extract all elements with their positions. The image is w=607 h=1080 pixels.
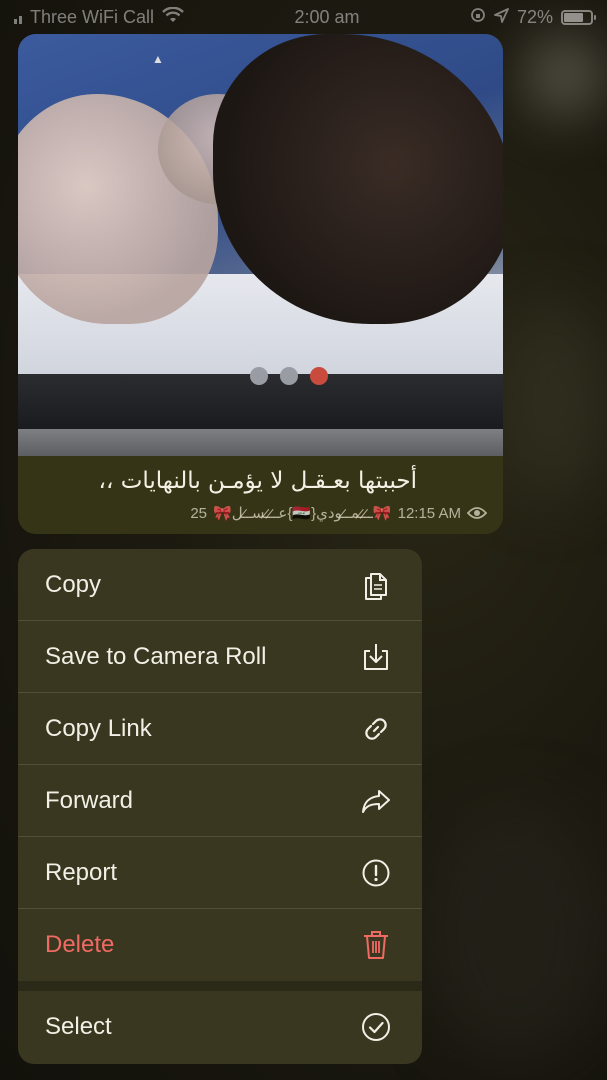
menu-item-label: Save to Camera Roll: [45, 642, 267, 670]
photo-desk: [18, 429, 503, 456]
menu-item-forward[interactable]: Forward: [18, 765, 422, 837]
report-icon: [360, 857, 392, 889]
background-blur: [530, 40, 600, 110]
menu-item-copy-link[interactable]: Copy Link: [18, 693, 422, 765]
menu-item-save-to-camera-roll[interactable]: Save to Camera Roll: [18, 621, 422, 693]
caption-text: أحببتها بعـقـل لا يؤمـن بالنهايات ،،: [98, 468, 417, 494]
photo-call-button: [280, 367, 298, 385]
menu-item-copy[interactable]: Copy: [18, 549, 422, 621]
select-check-icon: [360, 1011, 392, 1043]
signal-icon: [14, 10, 22, 24]
menu-item-report[interactable]: Report: [18, 837, 422, 909]
menu-item-delete[interactable]: Delete: [18, 909, 422, 981]
menu-item-label: Select: [45, 1013, 112, 1040]
background-blur: [500, 300, 607, 500]
menu-item-label: Report: [45, 858, 118, 886]
view-count: 25: [190, 504, 208, 522]
copy-icon: [360, 569, 392, 601]
menu-item-label: Copy Link: [45, 714, 152, 742]
message-time: 12:15 AM: [397, 504, 461, 522]
carrier-label: Three WiFi Call: [30, 6, 155, 27]
cursor-icon: ▲: [152, 52, 164, 66]
message-meta: 25 🎀عـ̷ـ̷ـسـ̷ـل{🇮🇶}ـ̷ـ̷ـمـ̷ـودي🎀 12:15 A…: [34, 504, 487, 522]
trash-icon: [360, 929, 392, 961]
status-bar: Three WiFi Call 2:00 am 72%: [0, 0, 607, 34]
status-time: 2:00 am: [294, 6, 360, 27]
message-caption: أحببتها بعـقـل لا يؤمـن بالنهايات ،، 25 …: [18, 456, 503, 534]
message-bubble[interactable]: ▲ أحببتها بعـقـل لا يؤمـن بالنهايات ،، 2…: [18, 34, 503, 534]
status-left: Three WiFi Call: [14, 6, 184, 28]
menu-item-label: Copy: [45, 570, 102, 598]
background-blur: [420, 800, 607, 1060]
photo-call-button: [250, 367, 268, 385]
message-photo[interactable]: ▲: [18, 34, 503, 456]
menu-item-select[interactable]: Select: [18, 991, 422, 1063]
orientation-lock-icon: [470, 7, 486, 28]
menu-item-label: Delete: [45, 931, 115, 958]
eye-icon: [467, 506, 487, 520]
forward-icon: [360, 785, 392, 817]
status-right: 72%: [470, 6, 596, 28]
wifi-icon: [162, 6, 184, 28]
link-icon: [360, 713, 392, 745]
menu-item-label: Forward: [45, 786, 134, 814]
battery-percent: 72%: [516, 6, 553, 27]
context-menu: Copy Save to Camera Roll Copy Link Forwa…: [18, 549, 422, 1064]
battery-icon: [561, 9, 596, 25]
location-icon: [494, 7, 509, 28]
save-download-icon: [360, 641, 392, 673]
photo-end-call-button: [310, 367, 328, 385]
menu-separator: [18, 981, 422, 991]
author-signature: 🎀عـ̷ـ̷ـسـ̷ـل{🇮🇶}ـ̷ـ̷ـمـ̷ـودي🎀: [213, 505, 392, 522]
